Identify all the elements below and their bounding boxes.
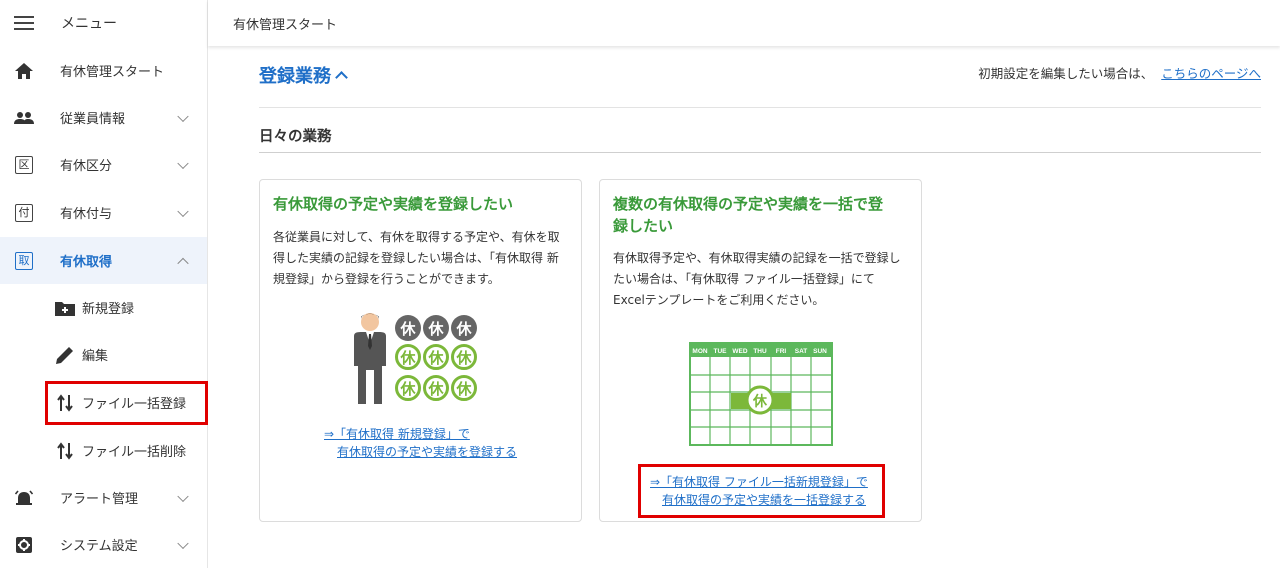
new-folder-icon	[55, 298, 75, 318]
topbar: 有休管理スタート	[208, 0, 1280, 46]
card-single-register: 有休取得の予定や実績を登録したい 各従業員に対して、有休を取得する予定や、有休を…	[259, 179, 582, 522]
breadcrumb: 有休管理スタート	[233, 17, 338, 33]
section-title[interactable]: 登録業務	[259, 62, 348, 88]
badge-char: 休	[752, 393, 768, 409]
sidebar-item-label: アラート管理	[60, 492, 139, 507]
employee-leave-illustration: 休 休 休 休 休 休 休 休 休	[354, 313, 477, 404]
card-title: 複数の有休取得の予定や実績を一括で登 録したい	[613, 195, 884, 235]
badge-char: 休	[399, 380, 416, 398]
calendar-day-label: SUN	[813, 348, 827, 355]
badge-char: 休	[427, 320, 444, 338]
section-title-text: 登録業務	[259, 66, 331, 87]
sidebar-subitem-label: ファイル一括削除	[82, 445, 187, 460]
sidebar-item-leave-grant[interactable]: 付 有休付与	[0, 189, 207, 236]
settings-page-link[interactable]: こちらのページへ	[1161, 66, 1261, 81]
app-root: メニュー 有休管理スタート 従業員情報 区 有休区分 付 有休付与 取 有休取得…	[0, 0, 1280, 568]
calendar-day-label: SAT	[795, 348, 808, 355]
sidebar-item-label: 有休管理スタート	[60, 65, 165, 80]
sidebar-item-label: システム設定	[60, 539, 138, 554]
calendar-illustration: MON TUE WED THU FRI SAT SUN 休	[689, 342, 833, 446]
sidebar-item-label: 有休付与	[60, 207, 113, 222]
chevron-up-icon[interactable]	[335, 71, 348, 84]
settings-icon	[14, 535, 34, 555]
chevron-down-icon	[177, 157, 189, 169]
chevron-down-icon	[177, 537, 189, 549]
badge-char: 休	[455, 320, 472, 338]
divider	[259, 152, 1261, 153]
calendar-day-label: TUE	[714, 348, 728, 355]
highlight-box-link	[638, 464, 885, 518]
hamburger-icon[interactable]	[14, 16, 34, 30]
grant-icon: 付	[14, 203, 34, 223]
initial-settings-text: 初期設定を編集したい場合は、	[978, 66, 1154, 81]
calendar-day-label: MON	[692, 348, 707, 355]
sidebar-item-employees[interactable]: 従業員情報	[0, 94, 207, 141]
sidebar-item-system-settings[interactable]: システム設定	[0, 521, 207, 568]
badge-char: 休	[427, 380, 444, 398]
sidebar-subitem-label: 編集	[82, 349, 109, 364]
sidebar-item-leave-take[interactable]: 取 有休取得	[0, 237, 207, 284]
chevron-down-icon	[177, 205, 189, 217]
sidebar: メニュー 有休管理スタート 従業員情報 区 有休区分 付 有休付与 取 有休取得…	[0, 0, 208, 568]
calendar-day-label: WED	[732, 348, 747, 355]
calendar-day-label: FRI	[776, 348, 787, 355]
sidebar-header: メニュー	[0, 0, 207, 46]
calendar-day-label: THU	[753, 348, 767, 355]
pencil-icon	[55, 345, 75, 365]
menu-title: メニュー	[61, 16, 117, 32]
take-icon: 取	[14, 251, 34, 271]
subsection-title: 日々の業務	[259, 129, 332, 145]
sidebar-item-alerts[interactable]: アラート管理	[0, 474, 207, 521]
divider	[259, 107, 1261, 108]
sidebar-subitem-edit[interactable]: 編集	[0, 331, 207, 378]
card-description: 有休取得予定や、有休取得実績の記録を一括で登録し たい場合は、「有休取得 ファイ…	[613, 251, 901, 307]
sidebar-item-label: 有休取得	[60, 255, 113, 270]
people-icon	[14, 108, 34, 128]
card-description: 各従業員に対して、有休を取得する予定や、有休を取 得した実績の記録を登録したい場…	[273, 230, 560, 286]
sidebar-item-leave-category[interactable]: 区 有休区分	[0, 141, 207, 188]
sidebar-subitem-label: 新規登録	[82, 302, 135, 317]
badge-char: 休	[399, 349, 416, 367]
alarm-icon	[14, 488, 34, 508]
badge-char: 休	[455, 380, 472, 398]
highlight-box-sidebar	[45, 381, 208, 425]
badge-char: 休	[455, 349, 472, 367]
sidebar-subitem-new[interactable]: 新規登録	[0, 284, 207, 331]
chevron-up-icon	[177, 257, 189, 269]
card-title: 有休取得の予定や実績を登録したい	[273, 195, 514, 213]
swap-vertical-icon	[55, 441, 75, 461]
sidebar-subitem-file-bulk-delete[interactable]: ファイル一括削除	[0, 427, 207, 474]
link-single-register[interactable]: ⇒「有休取得 新規登録」で 有休取得の予定や実績を登録する	[324, 425, 517, 461]
sidebar-item-label: 従業員情報	[60, 112, 126, 127]
chevron-down-icon	[177, 490, 189, 502]
sidebar-item-start[interactable]: 有休管理スタート	[0, 47, 207, 94]
chevron-down-icon	[177, 110, 189, 122]
badge-char: 休	[427, 349, 444, 367]
sidebar-item-label: 有休区分	[60, 159, 113, 174]
badge-char: 休	[399, 320, 416, 338]
home-icon	[14, 61, 34, 81]
category-icon: 区	[14, 155, 34, 175]
initial-settings-note: 初期設定を編集したい場合は、 こちらのページへ	[978, 63, 1261, 82]
